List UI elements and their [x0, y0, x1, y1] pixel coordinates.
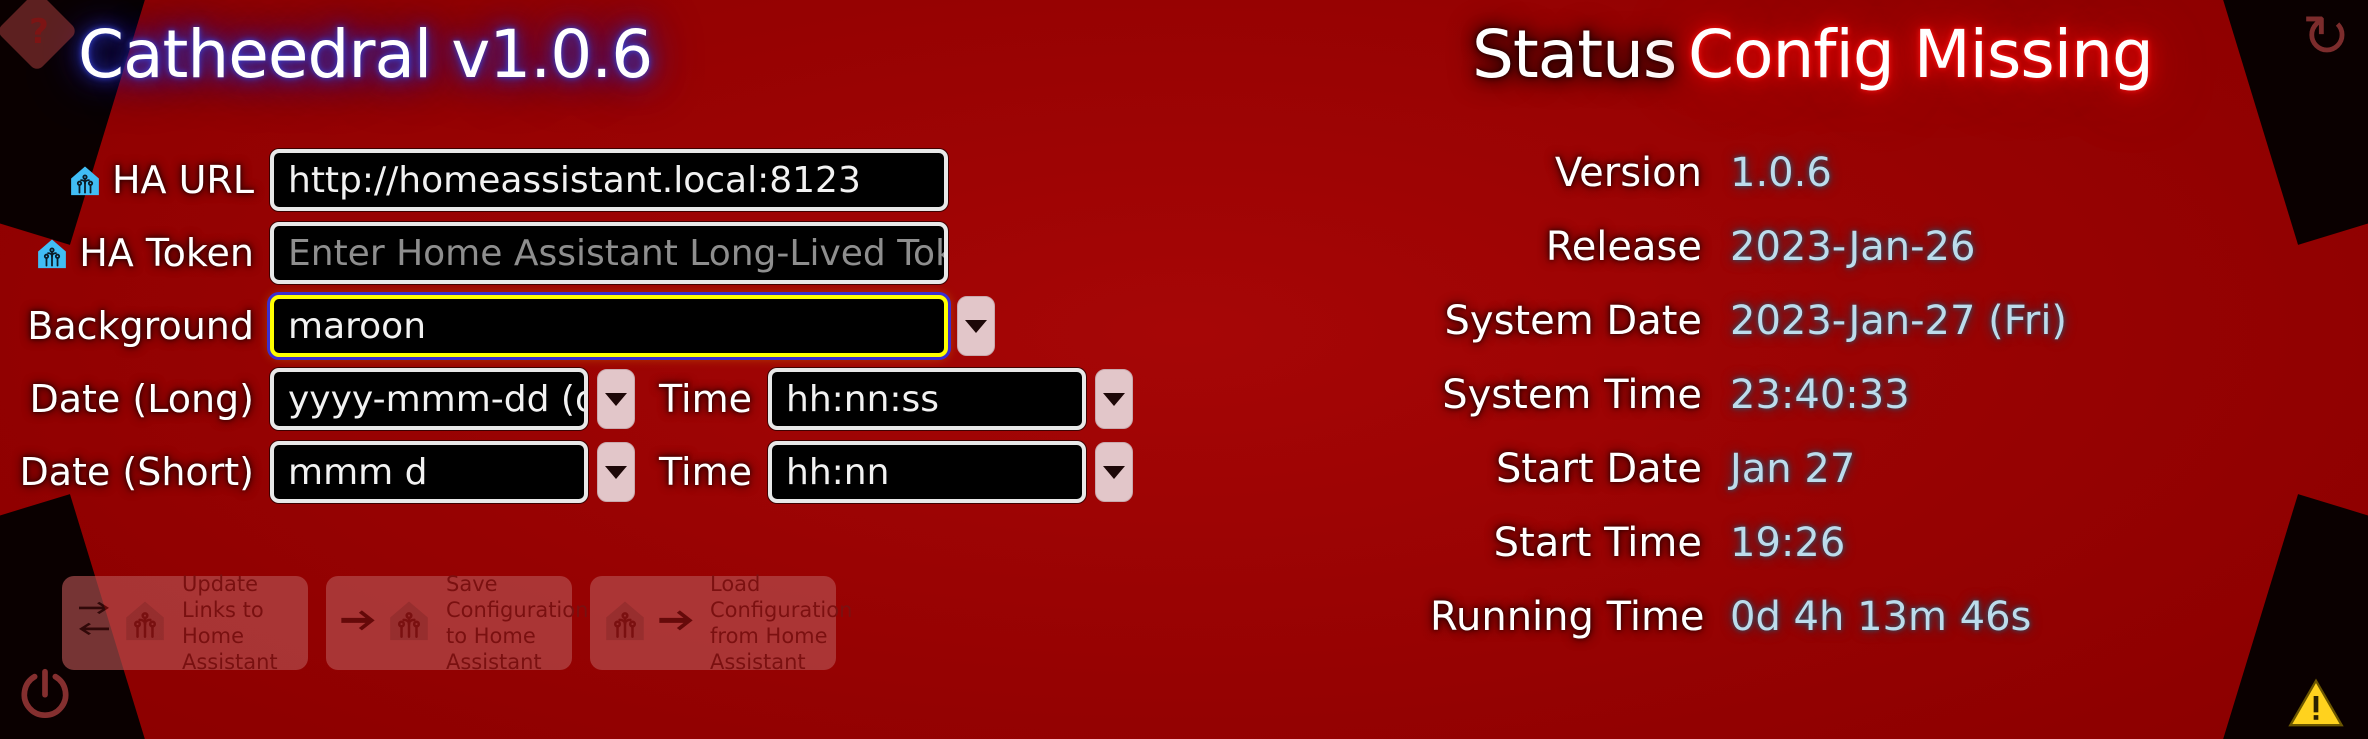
- label-date-short-text: Date (Short): [19, 450, 254, 494]
- update-links-button[interactable]: Update Links to Home Assistant: [62, 572, 308, 674]
- date-long-dropdown-button[interactable]: [597, 369, 635, 429]
- time-short-dropdown-button[interactable]: [1095, 442, 1133, 502]
- status-row: System Time 23:40:33: [1430, 372, 2067, 446]
- save-config-button[interactable]: Save Configuration to Home Assistant: [326, 572, 588, 674]
- label-ha-url: HA URL: [0, 158, 270, 202]
- warning-icon[interactable]: [2288, 675, 2344, 731]
- chevron-down-icon: [1103, 465, 1125, 479]
- home-assistant-icon: [35, 236, 69, 270]
- status-row: System Date 2023-Jan-27 (Fri): [1430, 298, 2068, 372]
- update-links-button-label: Update Links to Home Assistant: [182, 572, 278, 674]
- status-row-label: Start Date: [1495, 446, 1702, 492]
- label-ha-token: HA Token: [0, 231, 270, 275]
- label-time-long: Time: [659, 377, 752, 421]
- status-row: Release 2023-Jan-26: [1430, 224, 2067, 298]
- date-long-input[interactable]: yyyy-mmm-dd (ddd): [270, 368, 588, 430]
- chevron-down-icon: [605, 465, 627, 479]
- time-long-dropdown-button[interactable]: [1095, 369, 1133, 429]
- date-short-input[interactable]: mmm d: [270, 441, 588, 503]
- status-row: Running Time 0d 4h 13m 46s: [1430, 594, 2067, 668]
- status-row: Version 1.0.6: [1430, 150, 2067, 224]
- background-dropdown-button[interactable]: [957, 296, 995, 356]
- status-row-value: 2023-Jan-27 (Fri): [1730, 298, 2068, 344]
- status-row-value: 2023-Jan-26: [1730, 224, 1976, 270]
- page-title: Catheedral v1.0.6: [78, 16, 653, 93]
- status-row: Start Date Jan 27: [1430, 446, 2067, 520]
- refresh-icon[interactable]: ↻: [2298, 7, 2354, 66]
- label-date-long-text: Date (Long): [29, 377, 254, 421]
- status-row-label: System Date: [1444, 298, 1702, 344]
- status-row-label: System Time: [1442, 372, 1702, 418]
- label-ha-url-text: HA URL: [111, 158, 254, 202]
- label-ha-token-text: HA Token: [79, 231, 254, 275]
- bidirectional-arrows-icon: [74, 601, 114, 645]
- status-row-value: 19:26: [1730, 520, 1846, 566]
- ha-url-input[interactable]: http://homeassistant.local:8123: [270, 149, 948, 211]
- label-date-long: Date (Long): [0, 377, 270, 421]
- save-config-button-label: Save Configuration to Home Assistant: [446, 572, 589, 674]
- status-row-value: 23:40:33: [1730, 372, 1910, 418]
- form-row-date-long: Date (Long) yyyy-mmm-dd (ddd) Time hh:nn…: [0, 368, 1133, 430]
- status-row: Start Time 19:26: [1430, 520, 2067, 594]
- status-row-label: Version: [1554, 150, 1702, 196]
- chevron-down-icon: [605, 392, 627, 406]
- label-time-short: Time: [659, 450, 752, 494]
- load-config-button-label: Load Configuration from Home Assistant: [710, 572, 853, 674]
- status-row-label: Start Time: [1493, 520, 1702, 566]
- time-short-input[interactable]: hh:nn: [768, 441, 1086, 503]
- power-icon[interactable]: [14, 665, 76, 727]
- label-date-short: Date (Short): [0, 450, 270, 494]
- home-assistant-icon: [68, 163, 102, 197]
- form-row-date-short: Date (Short) mmm d Time hh:nn: [0, 441, 1133, 503]
- form-row-ha-token: HA Token Enter Home Assistant Long-Lived…: [0, 222, 948, 284]
- status-panel: Version 1.0.6 Release 2023-Jan-26 System…: [1430, 150, 2067, 668]
- chevron-down-icon: [1103, 392, 1125, 406]
- status-badge: Config Missing: [1688, 16, 2154, 93]
- cathedral-app-window: ? ↻ Catheedral v1.0.6 Status Config Miss…: [0, 0, 2368, 739]
- action-button-bar: Update Links to Home Assistant Save Conf…: [62, 572, 852, 674]
- form-row-ha-url: HA URL http://homeassistant.local:8123: [0, 149, 948, 211]
- home-assistant-icon: [386, 598, 432, 648]
- time-long-input[interactable]: hh:nn:ss: [768, 368, 1086, 430]
- right-arrow-icon: [338, 601, 378, 645]
- help-icon[interactable]: ?: [22, 12, 56, 52]
- status-label: Status: [1472, 16, 1677, 93]
- home-assistant-icon: [122, 598, 168, 648]
- date-short-dropdown-button[interactable]: [597, 442, 635, 502]
- status-row-label: Release: [1545, 224, 1702, 270]
- status-row-value: 0d 4h 13m 46s: [1730, 594, 2032, 640]
- status-row-value: 1.0.6: [1730, 150, 1832, 196]
- ha-token-input[interactable]: Enter Home Assistant Long-Lived Token: [270, 222, 948, 284]
- home-assistant-icon: [602, 598, 648, 648]
- form-row-background: Background maroon: [0, 295, 995, 357]
- status-row-label: Running Time: [1430, 594, 1705, 640]
- load-config-button[interactable]: Load Configuration from Home Assistant: [590, 572, 852, 674]
- status-row-value: Jan 27: [1730, 446, 1856, 492]
- background-input[interactable]: maroon: [270, 295, 948, 357]
- label-background-text: Background: [27, 304, 254, 348]
- label-background: Background: [0, 304, 270, 348]
- right-arrow-icon: [656, 601, 696, 645]
- chevron-down-icon: [965, 319, 987, 333]
